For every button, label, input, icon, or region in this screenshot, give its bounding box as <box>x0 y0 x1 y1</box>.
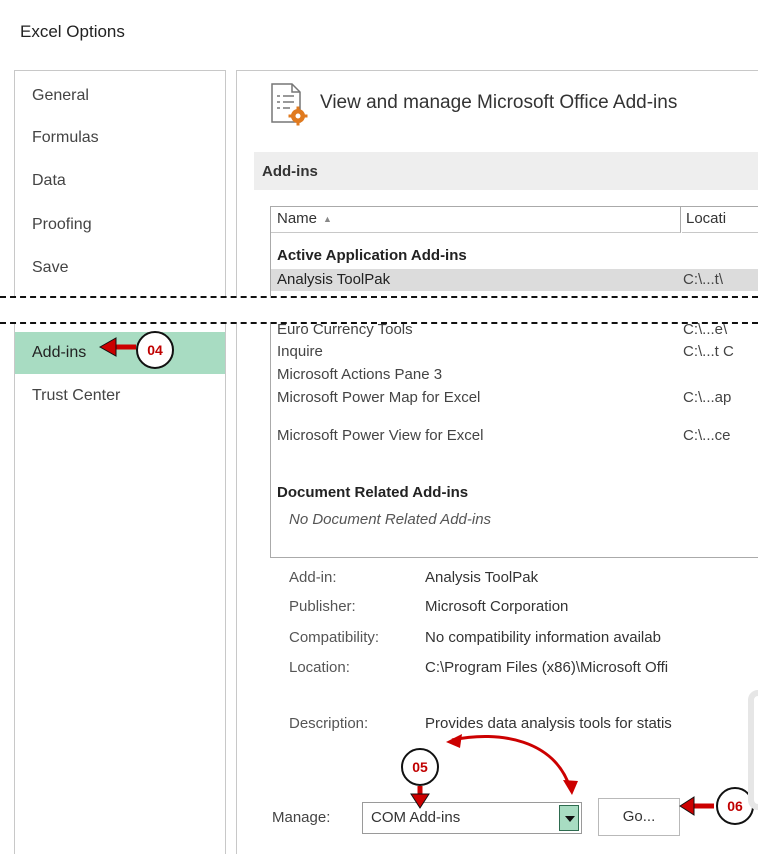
row-name: Microsoft Power Map for Excel <box>277 389 481 406</box>
row-name: Microsoft Power View for Excel <box>277 427 484 444</box>
list-empty-message: No Document Related Add-ins <box>283 509 758 531</box>
chevron-down-icon[interactable] <box>559 805 579 831</box>
sidebar-item-proofing[interactable]: Proofing <box>15 204 225 246</box>
list-group-header: Active Application Add-ins <box>271 245 758 267</box>
detail-description-value: Provides data analysis tools for statis <box>425 715 672 732</box>
sidebar-item-save[interactable]: Save <box>15 247 225 289</box>
sidebar-item-add-ins[interactable]: Add-ins <box>15 332 225 374</box>
row-name: Active Application Add-ins <box>277 247 467 264</box>
list-item[interactable]: Microsoft Power View for Excel C:\...ce <box>271 425 758 447</box>
detail-addin-value: Analysis ToolPak <box>425 569 539 586</box>
page-title: View and manage Microsoft Office Add-ins <box>320 92 678 113</box>
sidebar-item-general[interactable]: General <box>15 75 225 117</box>
row-name: No Document Related Add-ins <box>289 511 492 528</box>
detail-description-label: Description: <box>289 715 369 732</box>
go-button[interactable]: Go... <box>598 798 680 836</box>
cut-line-bottom <box>0 322 758 324</box>
list-item[interactable]: Inquire C:\...t C <box>271 341 758 363</box>
window-title: Excel Options <box>20 22 125 41</box>
sidebar-item-data[interactable]: Data <box>15 160 225 202</box>
column-name-label: Name <box>277 210 318 227</box>
addins-gear-document-icon <box>271 83 308 126</box>
title-bar: Excel Options <box>0 0 758 64</box>
detail-publisher-label: Publisher: <box>289 598 356 615</box>
detail-publisher-value: Microsoft Corporation <box>425 598 569 615</box>
cut-gap <box>0 296 758 322</box>
options-sidebar: General Formulas Data Proofing Save Add-… <box>14 70 226 854</box>
row-name: Inquire <box>277 343 323 360</box>
section-band <box>254 152 758 190</box>
list-item[interactable]: Microsoft Power Map for Excel C:\...ap <box>271 387 758 409</box>
addins-list[interactable]: Name ▲ Locati Active Application Add-ins … <box>270 206 758 558</box>
detail-compatibility-label: Compatibility: <box>289 629 380 646</box>
row-name: Document Related Add-ins <box>277 484 469 501</box>
manage-select-value: COM Add-ins <box>371 809 461 826</box>
cut-line-top <box>0 296 758 298</box>
watermark <box>748 690 758 810</box>
detail-compatibility-value: No compatibility information availab <box>425 629 661 646</box>
list-item[interactable]: Analysis ToolPak C:\...t\ <box>271 269 758 291</box>
manage-select[interactable]: COM Add-ins <box>362 802 582 834</box>
list-item[interactable]: Microsoft Actions Pane 3 <box>271 364 758 386</box>
row-name: Microsoft Actions Pane 3 <box>277 366 443 383</box>
detail-location-label: Location: <box>289 659 350 676</box>
row-location: C:\...ap <box>683 389 732 406</box>
column-header-location[interactable]: Locati <box>682 207 758 233</box>
step-badge-04: 04 <box>136 331 174 369</box>
row-location: C:\...t C <box>683 343 734 360</box>
row-name: Analysis ToolPak <box>277 271 391 288</box>
list-group-header: Document Related Add-ins <box>271 482 758 504</box>
row-location: C:\...ce <box>683 427 731 444</box>
row-location: C:\...t\ <box>683 271 724 288</box>
sidebar-item-trust-center[interactable]: Trust Center <box>15 375 225 417</box>
sort-ascending-icon: ▲ <box>323 214 332 225</box>
sidebar-item-formulas[interactable]: Formulas <box>15 117 225 159</box>
detail-location-value: C:\Program Files (x86)\Microsoft Offi <box>425 659 669 676</box>
manage-label: Manage: <box>272 809 331 826</box>
detail-addin-label: Add-in: <box>289 569 337 586</box>
section-title: Add-ins <box>262 163 318 180</box>
step-badge-05: 05 <box>401 748 439 786</box>
column-header-name[interactable]: Name ▲ <box>271 207 681 233</box>
